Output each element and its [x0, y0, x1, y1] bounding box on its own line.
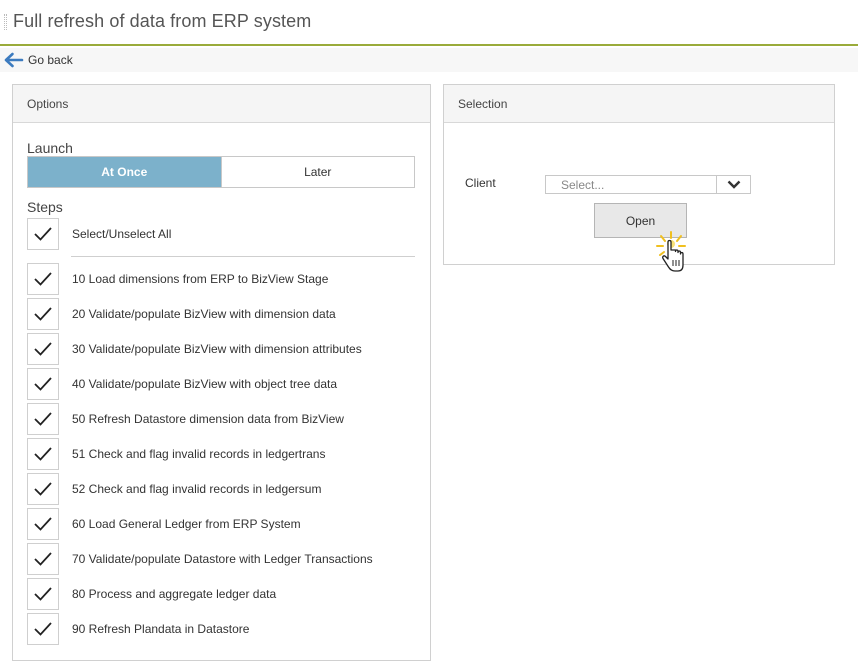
step-row[interactable]: 51 Check and flag invalid records in led… — [27, 438, 325, 470]
step-row[interactable]: 80 Process and aggregate ledger data — [27, 578, 276, 610]
options-panel: Options Launch At Once Later Steps Selec… — [12, 84, 431, 661]
go-back-label: Go back — [28, 53, 73, 67]
steps-label: Steps — [27, 199, 63, 215]
go-back-link[interactable]: Go back — [4, 51, 73, 69]
step-label: 50 Refresh Datastore dimension data from… — [72, 412, 344, 426]
checkmark-icon — [34, 517, 52, 531]
options-panel-header: Options — [13, 85, 430, 123]
step-row[interactable]: 20 Validate/populate BizView with dimens… — [27, 298, 336, 330]
client-select[interactable]: Select... — [545, 175, 751, 194]
checkmark-icon — [34, 587, 52, 601]
step-label: 70 Validate/populate Datastore with Ledg… — [72, 552, 373, 566]
step-checkbox[interactable] — [27, 333, 59, 365]
step-row[interactable]: 60 Load General Ledger from ERP System — [27, 508, 301, 540]
step-checkbox[interactable] — [27, 368, 59, 400]
step-checkbox[interactable] — [27, 578, 59, 610]
chevron-down-icon[interactable] — [716, 176, 750, 193]
selection-panel: Selection Client Select... Open — [443, 84, 835, 265]
back-bar: Go back — [0, 48, 858, 72]
step-checkbox[interactable] — [27, 403, 59, 435]
step-row[interactable]: 52 Check and flag invalid records in led… — [27, 473, 321, 505]
drag-grip-icon — [4, 14, 7, 30]
step-checkbox[interactable] — [27, 298, 59, 330]
step-checkbox[interactable] — [27, 263, 59, 295]
step-checkbox[interactable] — [27, 613, 59, 645]
client-label: Client — [465, 176, 496, 190]
step-label: 80 Process and aggregate ledger data — [72, 587, 277, 601]
step-checkbox[interactable] — [27, 543, 59, 575]
select-all-label: Select/Unselect All — [72, 227, 172, 241]
hand-cursor-icon — [652, 228, 692, 276]
step-row[interactable]: 50 Refresh Datastore dimension data from… — [27, 403, 344, 435]
launch-option-at-once[interactable]: At Once — [28, 157, 221, 187]
selection-panel-header: Selection — [444, 85, 834, 123]
step-row[interactable]: 90 Refresh Plandata in Datastore — [27, 613, 249, 645]
title-bar: Full refresh of data from ERP system — [0, 0, 858, 46]
checkmark-icon — [34, 342, 52, 356]
step-label: 40 Validate/populate BizView with object… — [72, 377, 338, 391]
arrow-left-icon — [4, 52, 24, 68]
step-checkbox[interactable] — [27, 438, 59, 470]
step-label: 30 Validate/populate BizView with dimens… — [72, 342, 362, 356]
page-title: Full refresh of data from ERP system — [13, 11, 312, 31]
step-label: 60 Load General Ledger from ERP System — [72, 517, 301, 531]
steps-divider — [71, 256, 415, 257]
checkmark-icon — [34, 272, 52, 286]
step-label: 20 Validate/populate BizView with dimens… — [72, 307, 336, 321]
launch-toggle: At Once Later — [27, 156, 415, 188]
checkmark-icon — [34, 307, 52, 321]
step-label: 10 Load dimensions from ERP to BizView S… — [72, 272, 329, 286]
step-checkbox[interactable] — [27, 508, 59, 540]
step-label: 51 Check and flag invalid records in led… — [72, 447, 326, 461]
step-row[interactable]: 40 Validate/populate BizView with object… — [27, 368, 337, 400]
checkmark-icon — [34, 227, 52, 241]
launch-option-later[interactable]: Later — [220, 157, 414, 187]
step-label: 90 Refresh Plandata in Datastore — [72, 622, 250, 636]
checkmark-icon — [34, 412, 52, 426]
step-row[interactable]: 30 Validate/populate BizView with dimens… — [27, 333, 362, 365]
checkmark-icon — [34, 482, 52, 496]
step-row[interactable]: 70 Validate/populate Datastore with Ledg… — [27, 543, 373, 575]
checkmark-icon — [34, 377, 52, 391]
launch-label: Launch — [27, 140, 73, 156]
checkmark-icon — [34, 552, 52, 566]
checkmark-icon — [34, 447, 52, 461]
select-all-row[interactable]: Select/Unselect All — [27, 218, 171, 250]
step-row[interactable]: 10 Load dimensions from ERP to BizView S… — [27, 263, 328, 295]
step-checkbox[interactable] — [27, 473, 59, 505]
select-all-checkbox[interactable] — [27, 218, 59, 250]
client-select-placeholder: Select... — [561, 178, 605, 192]
checkmark-icon — [34, 622, 52, 636]
step-label: 52 Check and flag invalid records in led… — [72, 482, 322, 496]
